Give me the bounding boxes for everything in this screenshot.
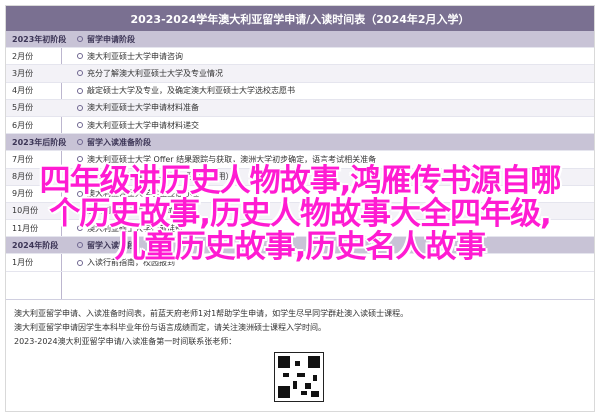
overlay-line-1: 四年级讲历史人物故事,鸿雁传书源自哪	[39, 163, 562, 199]
content-text: 澳大利亚硕士大学申请材料准备	[87, 103, 199, 113]
content-cell: 澳大利亚硕士大学申请咨询	[67, 51, 594, 62]
bullet-icon	[77, 70, 83, 77]
content-text: 留学入读准备阶段	[87, 137, 151, 147]
period-cell: 2月份	[12, 51, 34, 61]
table-row: 5月份 澳大利亚硕士大学申请材料准备	[6, 99, 594, 117]
content-cell: 敲定硕士大学及专业，及确定澳大利亚硕士大学选校志愿书	[67, 85, 594, 96]
table-row: 6月份 澳大利亚硕士大学申请材料递交	[6, 117, 594, 135]
footer-line-1: 澳大利亚留学申请、入读准备时间表，前蓝天府老师1对1帮助学生申请，如学生尽早同学…	[14, 309, 409, 318]
overlay-line-2: 个历史故事,历史人物故事大全四年级,	[49, 196, 552, 232]
watermark-overlay-text: 四年级讲历史人物故事,鸿雁传书源自哪 个历史故事,历史人物故事大全四年级, 儿童…	[0, 165, 600, 264]
period-cell: 4月份	[12, 86, 34, 96]
period-cell: 2023年后阶段	[12, 137, 67, 147]
table-row: 4月份 敲定硕士大学及专业，及确定澳大利亚硕士大学选校志愿书	[6, 83, 594, 100]
document-title: 2023-2024学年澳大利亚留学申请/入读时间表（2024年2月入学）	[6, 6, 594, 31]
overlay-line-3: 儿童历史故事,历史名人故事	[114, 229, 487, 265]
bullet-icon	[77, 156, 83, 163]
content-text: 澳大利亚硕士大学申请咨询	[87, 51, 183, 61]
period-cell: 3月份	[12, 68, 34, 78]
qr-code-icon	[274, 352, 324, 402]
bullet-icon	[77, 104, 83, 111]
content-cell: 留学申请阶段	[67, 34, 594, 45]
period-cell: 2023年初阶段	[12, 34, 67, 44]
content-text: 澳大利亚硕士大学申请材料递交	[87, 120, 199, 130]
content-cell: 澳大利亚硕士大学申请材料准备	[67, 102, 594, 113]
bullet-icon	[77, 87, 83, 94]
footer-line-3: 2023-2024澳大利亚留学申请/入读准备第一时间联系张老师：	[14, 337, 237, 346]
content-text: 充分了解澳大利亚硕士大学及专业情况	[87, 68, 223, 78]
table-row: 3月份 充分了解澳大利亚硕士大学及专业情况	[6, 65, 594, 83]
document-footer: 澳大利亚留学申请、入读准备时间表，前蓝天府老师1对1帮助学生申请，如学生尽早同学…	[6, 299, 594, 411]
section-row: 2023年后阶段 留学入读准备阶段	[6, 134, 594, 152]
footer-line-2: 澳大利亚留学申请因学生本科毕业年份与语言成绩而定，请关注澳洲硕士课程入学时间。	[14, 323, 326, 332]
content-cell: 留学入读准备阶段	[67, 137, 594, 148]
table-row: 2月份 澳大利亚硕士大学申请咨询	[6, 48, 594, 66]
bullet-icon	[77, 122, 83, 129]
content-text: 留学申请阶段	[87, 34, 135, 44]
bullet-icon	[77, 36, 83, 43]
content-text: 敲定硕士大学及专业，及确定澳大利亚硕士大学选校志愿书	[87, 86, 295, 96]
section-row: 2023年初阶段 留学申请阶段	[6, 31, 594, 49]
period-cell: 6月份	[12, 120, 34, 130]
period-cell: 5月份	[12, 103, 34, 113]
content-cell: 澳大利亚硕士大学申请材料递交	[67, 120, 594, 131]
bullet-icon	[77, 139, 83, 146]
bullet-icon	[77, 53, 83, 60]
content-cell: 充分了解澳大利亚硕士大学及专业情况	[67, 68, 594, 79]
